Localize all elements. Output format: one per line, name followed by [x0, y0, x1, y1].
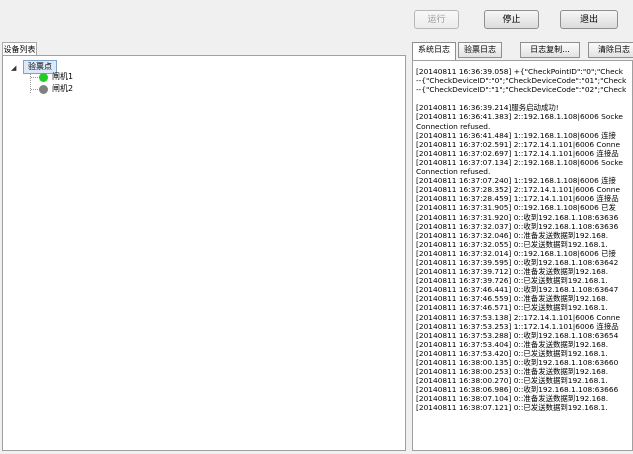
log-lines: [20140811 16:36:39.058] +{"CheckPointID"… — [413, 61, 632, 419]
log-line: [20140811 16:37:28.459] 1::172.14.1.101|… — [416, 194, 619, 204]
tree-node-gate-1[interactable]: 闸机1 — [52, 72, 73, 82]
log-line: [20140811 16:37:53.253] 1::172.14.1.101|… — [416, 321, 619, 331]
log-line: [20140811 16:36:41.383] 2::192.168.1.108… — [416, 112, 623, 122]
collapse-triangle-icon[interactable]: ◢ — [11, 64, 16, 72]
log-line: [20140811 16:37:53.138] 2::172.14.1.101|… — [416, 312, 621, 322]
gate-online-status-icon — [39, 73, 48, 82]
tab-ticket-log[interactable]: 验票日志 — [458, 42, 502, 58]
log-line: [20140811 16:37:53.404] 0::准备发送数据到192.16… — [416, 339, 609, 349]
tab-device-list[interactable]: 设备列表 — [2, 42, 37, 56]
log-line: [20140811 16:37:46.571] 0::已发送数据到192.168… — [416, 303, 608, 313]
log-line: [20140811 16:38:06.986] 0::收到192.168.1.1… — [416, 385, 619, 395]
toolbar: 运行 停止 退出 — [0, 0, 633, 38]
log-line: --{"CheckDeviceID":"1";"CheckDeviceCode"… — [416, 85, 627, 95]
gate-offline-status-icon — [39, 85, 48, 94]
exit-button[interactable]: 退出 — [560, 10, 618, 29]
log-tab-bar: 系统日志 验票日志 日志复制... 清除日志 — [412, 42, 633, 60]
log-line: [20140811 16:37:53.288] 0::收到192.168.1.1… — [416, 330, 619, 340]
system-log-view[interactable]: [20140811 16:36:39.058] +{"CheckPointID"… — [412, 60, 633, 451]
log-line: [20140811 16:37:02.697] 1::172.14.1.101|… — [416, 148, 619, 158]
log-line: [20140811 16:38:00.270] 0::已发送数据到192.168… — [416, 376, 608, 386]
log-line: [20140811 16:37:53.420] 0::已发送数据到192.168… — [416, 348, 608, 358]
log-line: --{"CheckDeviceID":"0";"CheckDeviceCode"… — [416, 76, 627, 86]
log-line: [20140811 16:38:00.135] 0::收到192.168.1.1… — [416, 358, 619, 367]
log-line: Connection refused. — [416, 167, 491, 177]
log-line: [20140811 16:37:32.037] 0::收到192.168.1.1… — [416, 221, 619, 231]
log-line: [20140811 16:37:02.591] 2::172.14.1.101|… — [416, 139, 621, 149]
log-line: [20140811 16:37:46.441] 0::收到192.168.1.1… — [416, 285, 619, 295]
log-line: [20140811 16:37:31.905] 0::192.168.1.108… — [416, 203, 616, 213]
log-line: [20140811 16:37:46.559] 0::准备发送数据到192.16… — [416, 294, 609, 304]
stop-button[interactable]: 停止 — [484, 10, 539, 29]
tree-node-gate-2[interactable]: 闸机2 — [52, 84, 73, 94]
log-line: [20140811 16:38:00.253] 0::准备发送数据到192.16… — [416, 367, 609, 377]
log-line: [20140811 16:37:32.055] 0::已发送数据到192.168… — [416, 239, 608, 249]
tree-connector — [30, 73, 31, 93]
log-line: [20140811 16:37:07.134] 2::192.168.1.108… — [416, 157, 623, 167]
log-line: [20140811 16:36:39.058] +{"CheckPointID"… — [416, 67, 623, 76]
log-line: [20140811 16:37:32.014] 0::192.168.1.108… — [416, 248, 616, 258]
log-line: [20140811 16:37:32.046] 0::准备发送数据到192.16… — [416, 230, 609, 240]
log-line: [20140811 16:36:39.214]服务启动成功! — [416, 103, 559, 113]
device-tree-panel: ◢ 验票点 闸机1 闸机2 — [2, 55, 406, 451]
log-line: [20140811 16:37:07.240] 1::192.168.1.108… — [416, 176, 616, 186]
copy-log-button[interactable]: 日志复制... — [520, 42, 580, 58]
clear-log-button[interactable]: 清除日志 — [588, 42, 633, 58]
log-line: [20140811 16:37:39.595] 0::收到192.168.1.1… — [416, 257, 619, 267]
run-button[interactable]: 运行 — [414, 10, 459, 29]
tab-system-log[interactable]: 系统日志 — [412, 42, 456, 60]
log-line: Connection refused. — [416, 121, 491, 131]
log-line: [20140811 16:37:31.920] 0::收到192.168.1.1… — [416, 212, 619, 222]
log-line: [20140811 16:38:07.121] 0::已发送数据到192.168… — [416, 403, 608, 413]
log-line: [20140811 16:37:39.712] 0::准备发送数据到192.16… — [416, 267, 609, 277]
log-line: [20140811 16:36:41.484] 1::192.168.1.108… — [416, 130, 616, 140]
log-line: [20140811 16:37:39.726] 0::已发送数据到192.168… — [416, 276, 608, 286]
log-line: [20140811 16:37:28.352] 2::172.14.1.101|… — [416, 185, 621, 195]
log-line: [20140811 16:38:07.104] 0::准备发送数据到192.16… — [416, 394, 609, 404]
